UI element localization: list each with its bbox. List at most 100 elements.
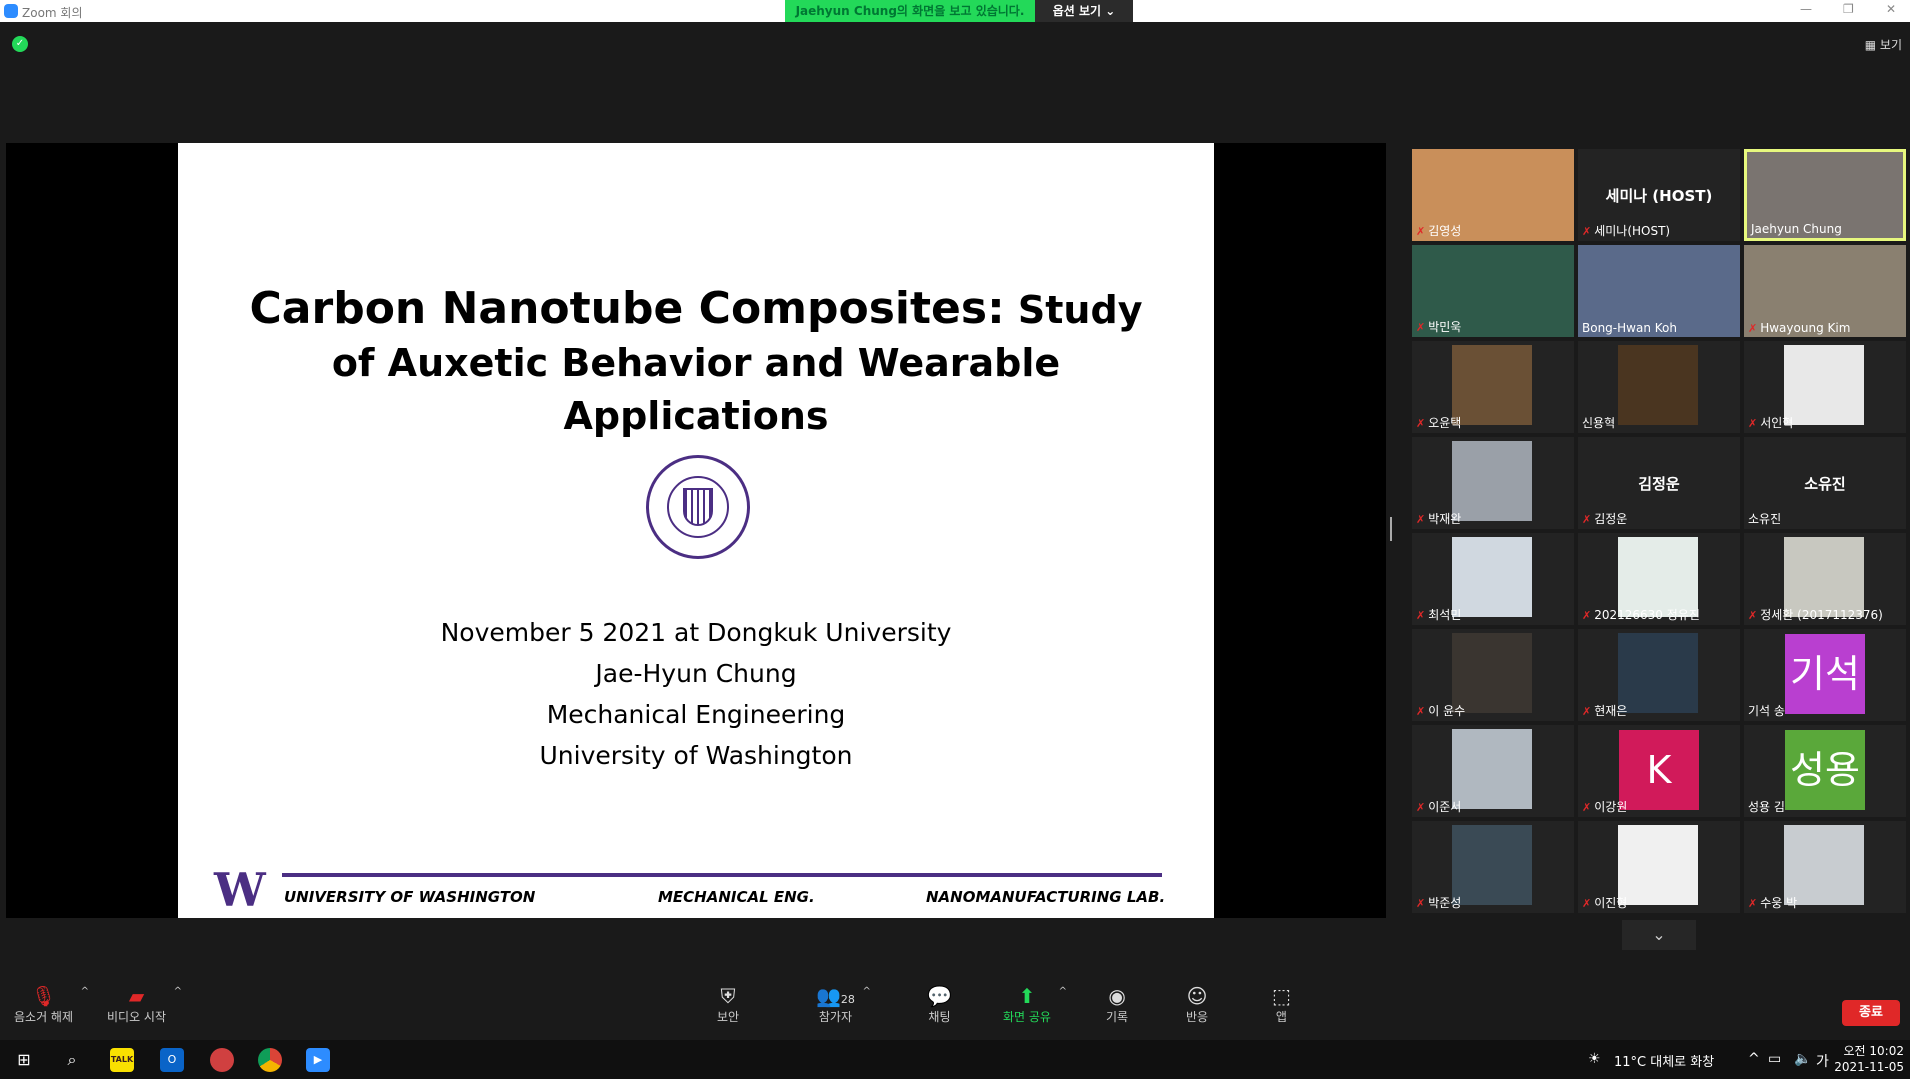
weather-icon[interactable]: ☀: [1588, 1051, 1601, 1067]
participant-video: [1452, 729, 1532, 809]
reactions-button[interactable]: ☺ 반응: [1186, 984, 1208, 1025]
participant-tile[interactable]: ✗ 오윤택: [1412, 341, 1574, 433]
participant-tile[interactable]: 김정운 ✗ 김정운: [1578, 437, 1740, 529]
participant-tile[interactable]: 신용혁: [1578, 341, 1740, 433]
chevron-up-icon[interactable]: ^: [863, 986, 871, 997]
share-screen-button[interactable]: ⬆ 화면 공유 ^: [1003, 984, 1067, 1025]
participant-video: [1452, 633, 1532, 713]
participant-video: [1452, 345, 1532, 425]
participant-tile[interactable]: Bong-Hwan Koh: [1578, 245, 1740, 337]
participant-tile[interactable]: ✗ 김영성: [1412, 149, 1574, 241]
participant-name-label: ✗ 이준서: [1416, 800, 1462, 814]
chevron-up-icon[interactable]: ^: [174, 986, 182, 997]
participant-tile[interactable]: ✗ 서인혁: [1744, 341, 1906, 433]
participants-button[interactable]: 👥28 참가자 ^: [816, 984, 871, 1025]
volume-icon[interactable]: 🔈: [1794, 1051, 1811, 1067]
mic-muted-icon: ✗: [1416, 705, 1426, 718]
participant-tile[interactable]: Jaehyun Chung: [1744, 149, 1906, 241]
participant-name-label: ✗ 오윤택: [1416, 416, 1462, 430]
mic-muted-icon: ✗: [1582, 609, 1592, 622]
participant-tile[interactable]: ✗ 이 윤수: [1412, 629, 1574, 721]
participant-video: [1452, 537, 1532, 617]
restore-icon[interactable]: ❐: [1843, 2, 1854, 16]
participant-name-label: ✗ 박준성: [1416, 896, 1462, 910]
participant-name-label: Jaehyun Chung: [1751, 222, 1842, 236]
participant-avatar: K: [1619, 730, 1699, 810]
participant-tile[interactable]: ✗ 이진형: [1578, 821, 1740, 913]
apps-button[interactable]: ⬚ 앱: [1272, 984, 1291, 1025]
record-icon: ◉: [1108, 984, 1126, 1008]
participant-name-label: ✗ 현재은: [1582, 704, 1628, 718]
uw-logo: W: [214, 863, 266, 917]
participant-name-label: ✗ 서인혁: [1748, 416, 1794, 430]
search-icon[interactable]: ⌕: [60, 1048, 84, 1072]
chat-button[interactable]: 💬 채팅: [927, 984, 952, 1025]
chrome-icon[interactable]: [258, 1048, 282, 1072]
zoom-taskbar-icon[interactable]: ▶: [306, 1048, 330, 1072]
network-icon[interactable]: ▭: [1768, 1051, 1781, 1067]
security-button[interactable]: ⛨ 보안: [717, 984, 739, 1025]
participant-tile[interactable]: 세미나 (HOST) ✗ 세미나(HOST): [1578, 149, 1740, 241]
gallery-next-page-button[interactable]: ⌄: [1622, 920, 1696, 950]
mic-muted-icon: ✗: [1582, 897, 1592, 910]
slide-footer-line: [282, 873, 1162, 877]
tray-chevron-icon[interactable]: ^: [1748, 1051, 1760, 1067]
participant-tile[interactable]: ✗ 수웅 박: [1744, 821, 1906, 913]
participant-video: [1618, 345, 1698, 425]
participant-name-label: ✗ 최석민: [1416, 608, 1462, 622]
encryption-shield-icon[interactable]: ✓: [12, 36, 28, 52]
view-button[interactable]: ▦ 보기: [1865, 36, 1902, 53]
close-icon[interactable]: ✕: [1886, 2, 1896, 16]
participant-tile[interactable]: ✗ 정세환 (2017112376): [1744, 533, 1906, 625]
participant-name-label: ✗ 이 윤수: [1416, 704, 1466, 718]
participant-name-label: ✗ Hwayoung Kim: [1748, 321, 1851, 335]
windows-taskbar: ⊞ ⌕ TALK O ▶ ☀ 11°C 대체로 화창 ^ ▭ 🔈 가 오전 10…: [0, 1040, 1910, 1079]
participant-tile[interactable]: ✗ 박재완: [1412, 437, 1574, 529]
minimize-icon[interactable]: —: [1800, 2, 1812, 16]
participant-tile[interactable]: ✗ 이준서: [1412, 725, 1574, 817]
participant-tile[interactable]: 성용 성용 김: [1744, 725, 1906, 817]
unmute-button[interactable]: 🎙 음소거 해제 ^: [14, 984, 89, 1025]
outlook-icon[interactable]: O: [160, 1048, 184, 1072]
participant-video: [1784, 537, 1864, 617]
participant-video: [1452, 825, 1532, 905]
participant-tile[interactable]: K ✗ 이강원: [1578, 725, 1740, 817]
record-button[interactable]: ◉ 기록: [1106, 984, 1128, 1025]
share-arrow-icon: ⬆: [1018, 984, 1036, 1008]
end-meeting-button[interactable]: 종료: [1842, 1000, 1900, 1026]
participant-tile[interactable]: ✗ 최석민: [1412, 533, 1574, 625]
windows-start-icon[interactable]: ⊞: [12, 1048, 36, 1072]
chevron-up-icon[interactable]: ^: [81, 986, 89, 997]
participant-video: [1618, 537, 1698, 617]
start-video-button[interactable]: ▰ 비디오 시작 ^: [107, 984, 182, 1025]
video-off-icon: ▰: [128, 984, 145, 1008]
paint-app-icon[interactable]: [210, 1048, 234, 1072]
participant-name-label: 성용 김: [1748, 800, 1785, 814]
participant-tile[interactable]: ✗ 202126630 정유진: [1578, 533, 1740, 625]
participant-name-label: ✗ 박민욱: [1416, 320, 1462, 334]
participant-tile[interactable]: ✗ Hwayoung Kim: [1744, 245, 1906, 337]
participant-video: [1784, 345, 1864, 425]
view-options-button[interactable]: 옵션 보기 ⌄: [1035, 0, 1133, 22]
participant-tile[interactable]: ✗ 박민욱: [1412, 245, 1574, 337]
mic-muted-icon: ✗: [1748, 322, 1758, 335]
kakaotalk-icon[interactable]: TALK: [110, 1048, 134, 1072]
participant-avatar: 성용: [1785, 730, 1865, 810]
mic-muted-icon: ✗: [1416, 321, 1426, 334]
participant-name-label: 신용혁: [1582, 416, 1616, 430]
chevron-up-icon[interactable]: ^: [1059, 986, 1067, 997]
window-title: Zoom 회의: [22, 6, 83, 20]
participant-tile[interactable]: 소유진 소유진: [1744, 437, 1906, 529]
participant-tile[interactable]: ✗ 현재은: [1578, 629, 1740, 721]
participant-name-label: Bong-Hwan Koh: [1582, 321, 1677, 335]
split-drag-handle[interactable]: [1390, 517, 1392, 541]
system-clock[interactable]: 오전 10:02 2021-11-05: [1834, 1043, 1904, 1075]
participant-tile[interactable]: 기석 기석 송: [1744, 629, 1906, 721]
mic-muted-icon: ✗: [1416, 513, 1426, 526]
mic-muted-icon: 🎙: [30, 984, 57, 1008]
participant-tile[interactable]: ✗ 박준성: [1412, 821, 1574, 913]
weather-text[interactable]: 11°C 대체로 화창: [1614, 1051, 1714, 1070]
viewing-banner: Jaehyun Chung의 화면을 보고 있습니다.: [785, 0, 1035, 22]
participant-name-label: ✗ 정세환 (2017112376): [1748, 608, 1883, 622]
ime-indicator[interactable]: 가: [1816, 1051, 1829, 1071]
